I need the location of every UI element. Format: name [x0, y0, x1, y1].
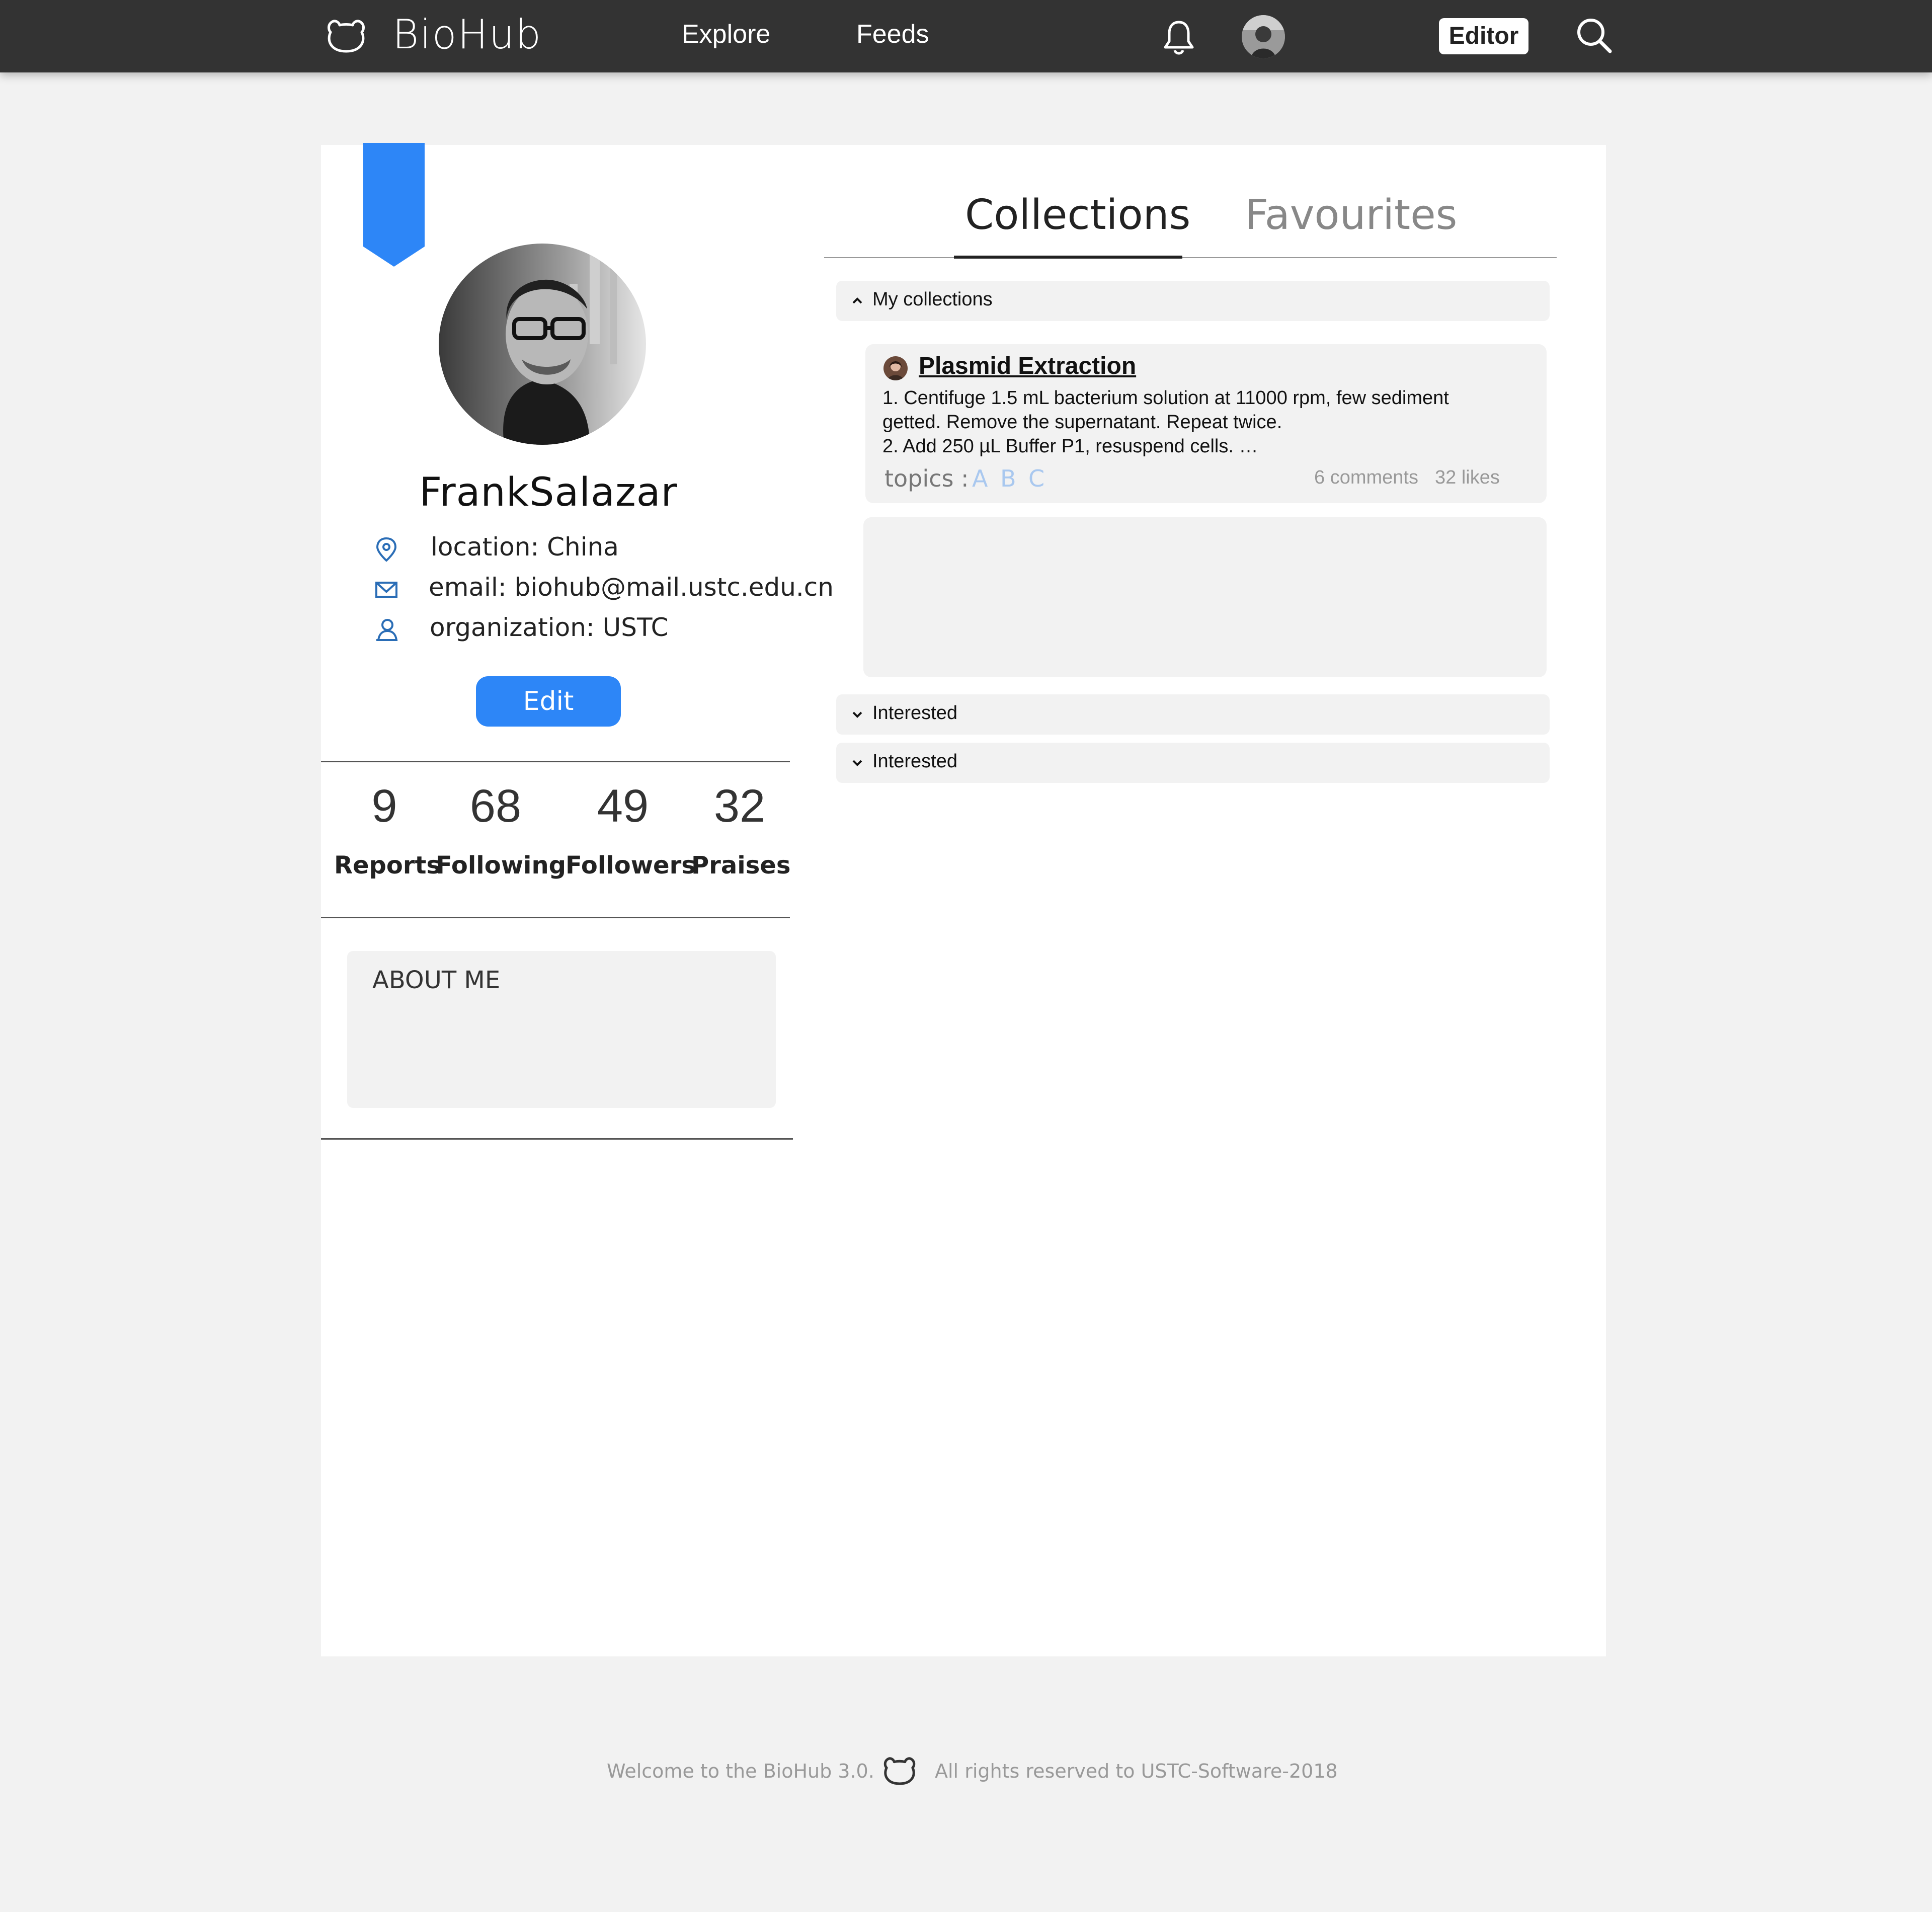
- my-collections-header[interactable]: My collections: [836, 281, 1550, 321]
- collection-post-card[interactable]: Plasmid Extraction 1. Centifuge 1.5 mL b…: [865, 344, 1547, 503]
- chevron-down-icon: [852, 760, 862, 766]
- tab-bar-line: [824, 257, 1557, 258]
- stat-praises-label[interactable]: Praises: [691, 851, 790, 880]
- stat-followers-value: 49: [597, 780, 649, 832]
- post-title-link[interactable]: Plasmid Extraction: [919, 352, 1136, 380]
- chevron-up-icon: [852, 297, 862, 304]
- my-collections-label: My collections: [872, 289, 993, 310]
- stat-following-label[interactable]: Following: [436, 851, 566, 880]
- brand-name[interactable]: BioHub: [392, 11, 542, 58]
- bookmark-ribbon-icon: [363, 143, 425, 267]
- comments-count[interactable]: 6 comments: [1314, 467, 1418, 489]
- topics-label: topics :: [884, 465, 969, 492]
- interested-header[interactable]: Interested: [836, 694, 1550, 735]
- organization-person-icon: [376, 619, 398, 641]
- active-tab-indicator: [954, 256, 1182, 259]
- profile-username: FrankSalazar: [419, 470, 678, 515]
- chevron-down-icon: [852, 711, 862, 718]
- top-nav-bar: BioHub Explore Feeds Editor: [0, 0, 1932, 72]
- stat-following-value: 68: [469, 780, 522, 832]
- tab-favourites[interactable]: Favourites: [1245, 191, 1457, 239]
- collection-placeholder-card: [863, 517, 1547, 677]
- about-me-title: ABOUT ME: [372, 966, 501, 994]
- interested-header[interactable]: Interested: [836, 743, 1550, 783]
- interested-label: Interested: [872, 751, 957, 772]
- location-text: location: China: [431, 532, 619, 562]
- email-text: email: biohub@mail.ustc.edu.cn: [429, 573, 834, 602]
- bear-logo-icon[interactable]: [325, 18, 368, 54]
- topic-tag-c[interactable]: C: [1028, 465, 1044, 492]
- post-author-avatar[interactable]: [883, 356, 908, 380]
- divider: [321, 761, 790, 762]
- nav-feeds-link[interactable]: Feeds: [856, 19, 929, 49]
- user-avatar[interactable]: [1242, 15, 1285, 58]
- profile-avatar[interactable]: [439, 244, 646, 445]
- mail-icon: [375, 582, 397, 598]
- post-excerpt-line: getted. Remove the supernatant. Repeat t…: [882, 412, 1282, 433]
- editor-button[interactable]: Editor: [1439, 18, 1528, 54]
- likes-count[interactable]: 32 likes: [1435, 467, 1500, 489]
- organization-text: organization: USTC: [430, 613, 669, 642]
- bell-icon[interactable]: [1162, 19, 1195, 55]
- stat-reports-label[interactable]: Reports: [334, 851, 441, 880]
- search-icon[interactable]: [1575, 16, 1613, 54]
- nav-explore-link[interactable]: Explore: [682, 19, 770, 49]
- footer-welcome: Welcome to the BioHub 3.0.: [607, 1760, 874, 1782]
- post-excerpt-line: 1. Centifuge 1.5 mL bacterium solution a…: [882, 387, 1449, 409]
- tab-collections[interactable]: Collections: [965, 191, 1190, 239]
- edit-profile-button[interactable]: Edit: [476, 676, 621, 727]
- bear-logo-icon: [883, 1757, 916, 1785]
- post-excerpt-line: 2. Add 250 µL Buffer P1, resuspend cells…: [882, 436, 1258, 457]
- stat-reports-value: 9: [371, 780, 397, 832]
- topic-tag-a[interactable]: A: [972, 465, 988, 492]
- topic-tag-b[interactable]: B: [1000, 465, 1016, 492]
- divider: [321, 917, 790, 918]
- stat-praises-value: 32: [713, 780, 766, 832]
- footer-rights: All rights reserved to USTC-Software-201…: [935, 1760, 1338, 1782]
- divider: [321, 1138, 793, 1140]
- stat-followers-label[interactable]: Followers: [566, 851, 696, 880]
- interested-label: Interested: [872, 702, 957, 724]
- about-me-panel: ABOUT ME: [347, 951, 776, 1108]
- location-pin-icon: [376, 537, 397, 562]
